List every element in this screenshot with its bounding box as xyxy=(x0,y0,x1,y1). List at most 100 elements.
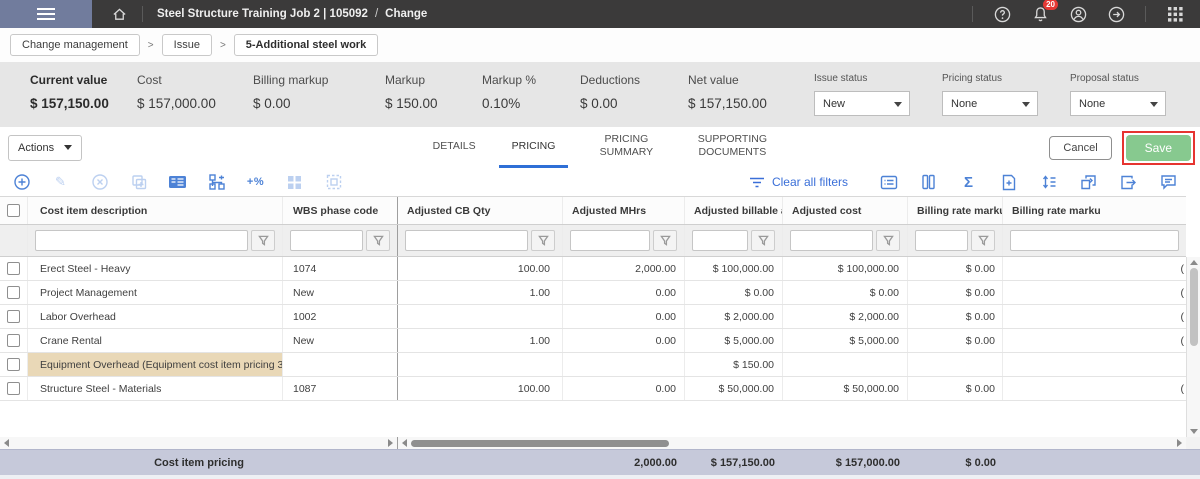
cell-cost[interactable]: $ 5,000.00 xyxy=(783,329,908,352)
cell-cost[interactable]: $ 2,000.00 xyxy=(783,305,908,328)
cell-billing-rate-markup[interactable]: $ 0.00 xyxy=(908,305,1003,328)
filter-button-cost[interactable] xyxy=(876,230,900,251)
row-checkbox[interactable] xyxy=(7,358,20,371)
cell-billing-rate-markup-2[interactable]: ( xyxy=(1003,281,1186,304)
filter-button-billing-rate-markup[interactable] xyxy=(971,230,995,251)
cell-cb-qty[interactable]: 100.00 xyxy=(398,377,563,400)
vertical-scroll-thumb[interactable] xyxy=(1190,268,1198,346)
col-header-billing-rate-markup[interactable]: Billing rate markup xyxy=(908,197,1003,224)
cancel-button[interactable]: Cancel xyxy=(1049,136,1111,160)
import-icon[interactable] xyxy=(1079,173,1098,192)
row-checkbox[interactable] xyxy=(7,262,20,275)
proposal-status-select[interactable]: None xyxy=(1070,91,1166,116)
scroll-up-arrow[interactable] xyxy=(1190,260,1198,265)
frozen-pane-scrollbar[interactable] xyxy=(0,437,398,449)
horizontal-scroll-thumb[interactable] xyxy=(411,440,669,447)
filter-button-billable[interactable] xyxy=(751,230,775,251)
cell-mhrs[interactable]: 2,000.00 xyxy=(563,257,685,280)
cell-billing-rate-markup[interactable] xyxy=(908,353,1003,376)
col-header-cost-item-description[interactable]: Cost item description xyxy=(28,197,283,224)
home-button[interactable] xyxy=(92,5,142,23)
row-checkbox[interactable] xyxy=(7,286,20,299)
cell-cb-qty[interactable]: 1.00 xyxy=(398,281,563,304)
table-row[interactable]: Erect Steel - Heavy 1074 100.00 2,000.00… xyxy=(0,257,1186,281)
cell-cost[interactable]: $ 50,000.00 xyxy=(783,377,908,400)
scroll-right-arrow[interactable] xyxy=(1177,439,1182,447)
cell-cb-qty[interactable]: 100.00 xyxy=(398,257,563,280)
cell-wbs[interactable] xyxy=(283,353,398,376)
row-checkbox[interactable] xyxy=(7,310,20,323)
cell-billing-rate-markup[interactable]: $ 0.00 xyxy=(908,281,1003,304)
tab-details[interactable]: DETAILS xyxy=(420,127,489,168)
help-icon[interactable] xyxy=(993,5,1011,23)
cell-wbs[interactable]: 1002 xyxy=(283,305,398,328)
cell-cb-qty[interactable] xyxy=(398,353,563,376)
filter-input-wbs[interactable] xyxy=(290,230,363,251)
cell-billable[interactable]: $ 50,000.00 xyxy=(685,377,783,400)
user-icon[interactable] xyxy=(1069,5,1087,23)
cell-billable[interactable]: $ 5,000.00 xyxy=(685,329,783,352)
scroll-right-arrow[interactable] xyxy=(388,439,393,447)
filter-button-cb-qty[interactable] xyxy=(531,230,555,251)
cell-billable[interactable]: $ 0.00 xyxy=(685,281,783,304)
block-view-icon[interactable] xyxy=(285,173,304,192)
notes-list-icon[interactable] xyxy=(879,173,898,192)
detail-panel-icon[interactable] xyxy=(168,173,187,192)
cell-cb-qty[interactable] xyxy=(398,305,563,328)
cell-mhrs[interactable]: 0.00 xyxy=(563,281,685,304)
apps-grid-icon[interactable] xyxy=(1166,5,1184,23)
col-header-billing-rate-markup-2[interactable]: Billing rate marku xyxy=(1003,197,1186,224)
cell-billing-rate-markup-2[interactable]: ( xyxy=(1003,377,1186,400)
add-document-icon[interactable] xyxy=(999,173,1018,192)
filter-input-billing-rate-markup[interactable] xyxy=(915,230,968,251)
cell-billable[interactable]: $ 150.00 xyxy=(685,353,783,376)
breadcrumb-change-management[interactable]: Change management xyxy=(10,34,140,56)
table-row[interactable]: Structure Steel - Materials 1087 100.00 … xyxy=(0,377,1186,401)
cell-mhrs[interactable] xyxy=(563,353,685,376)
filter-input-billing-rate-markup-2[interactable] xyxy=(1010,230,1179,251)
edit-icon[interactable]: ✎ xyxy=(51,173,70,192)
filter-input-cb-qty[interactable] xyxy=(405,230,528,251)
clear-all-filters-button[interactable]: Clear all filters xyxy=(749,175,848,189)
vertical-scrollbar[interactable] xyxy=(1186,257,1200,437)
cell-description[interactable]: Crane Rental xyxy=(28,329,283,352)
cell-billable[interactable]: $ 2,000.00 xyxy=(685,305,783,328)
row-checkbox[interactable] xyxy=(7,334,20,347)
col-header-adjusted-cost[interactable]: Adjusted cost xyxy=(783,197,908,224)
col-header-adjusted-billable[interactable]: Adjusted billable amou... xyxy=(685,197,783,224)
filter-input-cost[interactable] xyxy=(790,230,873,251)
cell-cb-qty[interactable]: 1.00 xyxy=(398,329,563,352)
filter-input-billable[interactable] xyxy=(692,230,748,251)
pricing-status-select[interactable]: None xyxy=(942,91,1038,116)
marquee-select-icon[interactable] xyxy=(324,173,343,192)
cell-cost[interactable]: $ 100,000.00 xyxy=(783,257,908,280)
col-header-adjusted-mhrs[interactable]: Adjusted MHrs xyxy=(563,197,685,224)
cell-mhrs[interactable]: 0.00 xyxy=(563,329,685,352)
filter-button-mhrs[interactable] xyxy=(653,230,677,251)
filter-input-mhrs[interactable] xyxy=(570,230,650,251)
cell-mhrs[interactable]: 0.00 xyxy=(563,377,685,400)
filter-button-wbs[interactable] xyxy=(366,230,390,251)
tab-supporting-documents[interactable]: SUPPORTING DOCUMENTS xyxy=(684,127,780,168)
col-header-adjusted-cb-qty[interactable]: Adjusted CB Qty xyxy=(398,197,563,224)
table-row-highlighted[interactable]: Equipment Overhead (Equipment cost item … xyxy=(0,353,1186,377)
cell-billing-rate-markup[interactable]: $ 0.00 xyxy=(908,257,1003,280)
cell-billing-rate-markup-2[interactable]: ( xyxy=(1003,305,1186,328)
cell-billing-rate-markup[interactable]: $ 0.00 xyxy=(908,329,1003,352)
menu-button[interactable] xyxy=(0,0,92,28)
comments-icon[interactable] xyxy=(1159,173,1178,192)
row-height-icon[interactable] xyxy=(1039,173,1058,192)
table-row[interactable]: Crane Rental New 1.00 0.00 $ 5,000.00 $ … xyxy=(0,329,1186,353)
cell-billable[interactable]: $ 100,000.00 xyxy=(685,257,783,280)
table-row[interactable]: Project Management New 1.00 0.00 $ 0.00 … xyxy=(0,281,1186,305)
cell-cost[interactable]: $ 0.00 xyxy=(783,281,908,304)
select-all-checkbox[interactable] xyxy=(7,204,20,217)
breadcrumb-issue[interactable]: Issue xyxy=(162,34,212,56)
filter-input-description[interactable] xyxy=(35,230,248,251)
add-row-icon[interactable] xyxy=(12,173,31,192)
sign-out-icon[interactable] xyxy=(1107,5,1125,23)
breadcrumb-current-item[interactable]: 5-Additional steel work xyxy=(234,34,378,56)
tab-pricing[interactable]: PRICING xyxy=(499,127,569,168)
cell-wbs[interactable]: New xyxy=(283,281,398,304)
cell-description[interactable]: Erect Steel - Heavy xyxy=(28,257,283,280)
